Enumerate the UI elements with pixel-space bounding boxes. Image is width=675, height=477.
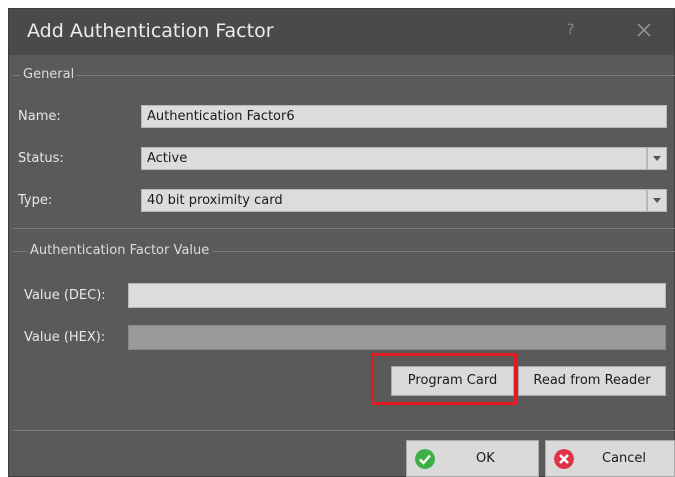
status-select[interactable]: Active [141, 147, 647, 170]
factor-value-group-bottom [13, 430, 675, 431]
program-card-highlight [371, 353, 517, 405]
chevron-down-icon [653, 198, 661, 203]
cancel-label: Cancel [602, 451, 647, 466]
type-dropdown-button[interactable] [647, 189, 667, 212]
general-group-border [13, 75, 675, 76]
type-select[interactable]: 40 bit proximity card [141, 189, 647, 212]
status-label: Status: [18, 151, 64, 166]
ok-button[interactable]: OK [406, 440, 539, 477]
factor-value-group-label: Authentication Factor Value [27, 243, 213, 258]
chevron-down-icon [653, 156, 661, 161]
name-label: Name: [18, 109, 61, 124]
general-group-bottom [13, 228, 675, 229]
name-field[interactable]: Authentication Factor6 [141, 105, 667, 128]
value-dec-label: Value (DEC): [24, 288, 106, 303]
value-dec-field[interactable] [128, 283, 666, 308]
cancel-button[interactable]: Cancel [545, 440, 675, 477]
general-group-label: General [20, 67, 78, 82]
check-circle-icon [415, 449, 435, 469]
dialog-title: Add Authentication Factor [27, 20, 274, 42]
type-label: Type: [18, 193, 53, 208]
value-hex-label: Value (HEX): [24, 330, 106, 345]
status-dropdown-button[interactable] [647, 147, 667, 170]
ok-label: OK [476, 451, 495, 466]
close-icon[interactable] [631, 17, 657, 43]
x-circle-icon [554, 449, 574, 469]
title-bar: Add Authentication Factor ? [9, 9, 674, 55]
read-from-reader-button[interactable]: Read from Reader [518, 366, 666, 396]
value-hex-field [128, 325, 666, 350]
help-button[interactable]: ? [567, 22, 574, 38]
